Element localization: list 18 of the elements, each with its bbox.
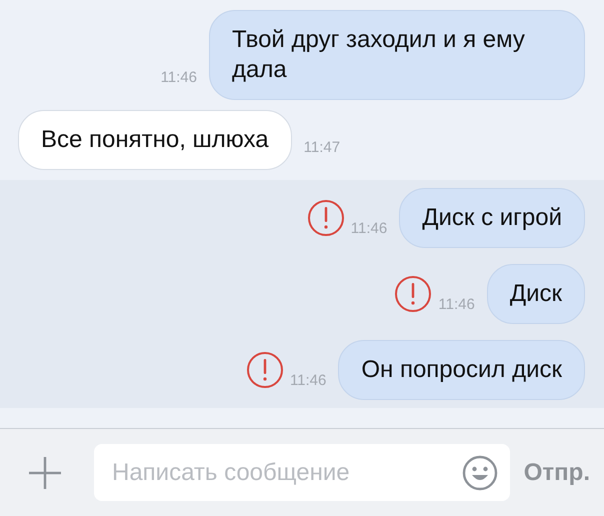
message-input-field[interactable]: Написать сообщение — [110, 458, 462, 488]
smiley-icon[interactable] — [462, 454, 498, 490]
message-time: 11:46 — [290, 372, 326, 389]
message-time: 11:47 — [304, 139, 340, 156]
message-bubble: Он попросил диск — [338, 340, 585, 400]
error-icon[interactable] — [246, 351, 284, 389]
message-time: 11:46 — [438, 296, 475, 313]
plus-icon[interactable] — [28, 456, 62, 490]
message-bubble: Все понятно, шлюха — [18, 110, 292, 170]
error-icon[interactable] — [306, 199, 345, 237]
error-icon[interactable] — [394, 275, 432, 313]
message-field[interactable]: Написать сообщение — [94, 444, 510, 501]
message-bubble: Твой друг заходил и я ему дала — [209, 10, 585, 100]
message-time: 11:46 — [350, 220, 388, 237]
message-bubble: Диск с игрой — [399, 188, 585, 248]
message-time: 11:46 — [160, 69, 197, 86]
send-button[interactable]: Отпр. — [524, 458, 590, 486]
message-bubble: Диск — [486, 264, 585, 324]
